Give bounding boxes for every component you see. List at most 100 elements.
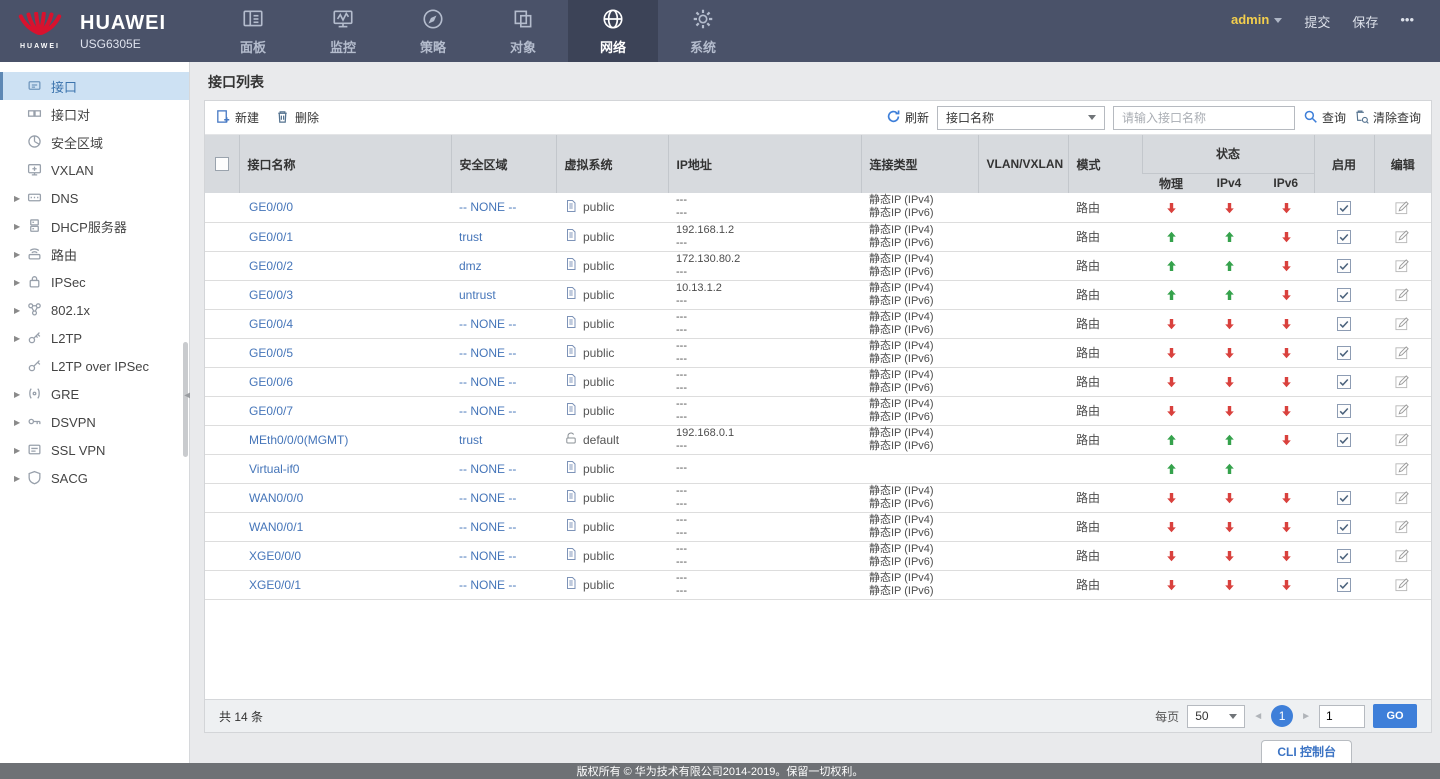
next-page-button[interactable]: ► [1301, 711, 1311, 722]
security-zone-link[interactable]: -- NONE -- [459, 491, 516, 505]
filter-field-select[interactable]: 接口名称 [936, 105, 1105, 130]
sidebar-item-interface[interactable]: 接口 [0, 72, 189, 100]
per-page-select[interactable]: 50 [1187, 704, 1246, 728]
edit-button[interactable] [1395, 403, 1410, 418]
submit-button[interactable]: 提交 [1304, 12, 1330, 31]
refresh-button[interactable]: 刷新 [886, 109, 929, 127]
cli-console-button[interactable]: CLI 控制台 [1261, 740, 1352, 763]
interface-name-link[interactable]: GE0/0/0 [249, 200, 293, 214]
nav-tab-monitor[interactable]: 监控 [298, 0, 388, 62]
interface-name-link[interactable]: GE0/0/7 [249, 404, 293, 418]
security-zone-link[interactable]: -- NONE -- [459, 317, 516, 331]
column-header-ipv6[interactable]: IPv6 [1258, 173, 1314, 193]
column-header-enable[interactable]: 启用 [1313, 135, 1374, 193]
column-header-zone[interactable]: 安全区域 [450, 135, 556, 193]
enable-checkbox[interactable] [1337, 403, 1351, 418]
enable-checkbox[interactable] [1337, 345, 1351, 360]
sidebar-item-ssl-vpn[interactable]: ▶ SSL VPN [0, 436, 189, 464]
column-header-ip[interactable]: IP地址 [667, 135, 861, 193]
expand-arrow-icon[interactable]: ▶ [14, 334, 27, 343]
more-menu-button[interactable]: ••• [1400, 12, 1414, 27]
nav-tab-network[interactable]: 网络 [568, 0, 658, 62]
nav-tab-dashboard[interactable]: 面板 [208, 0, 298, 62]
edit-button[interactable] [1395, 432, 1410, 447]
enable-checkbox[interactable] [1337, 577, 1351, 592]
expand-arrow-icon[interactable]: ▶ [14, 278, 27, 287]
sidebar-item-interface-pair[interactable]: 接口对 [0, 100, 189, 128]
edit-button[interactable] [1395, 200, 1410, 214]
security-zone-link[interactable]: -- NONE -- [459, 404, 516, 418]
enable-checkbox[interactable] [1337, 258, 1351, 273]
query-button[interactable]: 查询 [1303, 109, 1346, 127]
column-header-phys[interactable]: 物理 [1142, 173, 1200, 193]
edit-button[interactable] [1395, 287, 1410, 302]
column-header-conn[interactable]: 连接类型 [860, 135, 978, 193]
edit-button[interactable] [1395, 316, 1410, 331]
go-button[interactable]: GO [1373, 704, 1417, 728]
interface-name-link[interactable]: GE0/0/4 [249, 317, 293, 331]
security-zone-link[interactable]: -- NONE -- [459, 346, 516, 360]
sidebar-item-l2tp-over-ipsec[interactable]: L2TP over IPSec [0, 352, 189, 380]
expand-arrow-icon[interactable]: ▶ [14, 474, 27, 483]
interface-name-link[interactable]: GE0/0/6 [249, 375, 293, 389]
expand-arrow-icon[interactable]: ▶ [14, 418, 27, 427]
column-header-vlan[interactable]: VLAN/VXLAN [977, 135, 1068, 193]
expand-arrow-icon[interactable]: ▶ [14, 306, 27, 315]
sidebar-item-dot1x[interactable]: ▶ 802.1x [0, 296, 189, 324]
interface-name-link[interactable]: XGE0/0/0 [249, 549, 301, 563]
current-page-badge[interactable]: 1 [1271, 705, 1294, 727]
column-header-name[interactable]: 接口名称 [238, 135, 451, 193]
enable-checkbox[interactable] [1337, 374, 1351, 389]
clear-query-button[interactable]: 清除查询 [1354, 109, 1421, 127]
enable-checkbox[interactable] [1337, 490, 1351, 505]
edit-button[interactable] [1395, 229, 1410, 244]
column-header-ipv4[interactable]: IPv4 [1200, 173, 1258, 193]
edit-button[interactable] [1395, 345, 1410, 360]
goto-page-input[interactable] [1319, 704, 1365, 728]
sidebar-item-security-zone[interactable]: 安全区域 [0, 128, 189, 156]
edit-button[interactable] [1395, 519, 1410, 534]
expand-arrow-icon[interactable]: ▶ [14, 250, 27, 259]
edit-button[interactable] [1395, 258, 1410, 273]
interface-name-link[interactable]: XGE0/0/1 [249, 578, 301, 592]
search-input[interactable] [1112, 105, 1295, 130]
interface-name-link[interactable]: GE0/0/5 [249, 346, 293, 360]
interface-name-link[interactable]: WAN0/0/0 [249, 491, 303, 505]
security-zone-link[interactable]: trust [459, 433, 482, 447]
column-header-mode[interactable]: 模式 [1067, 135, 1142, 193]
sidebar-item-route[interactable]: ▶ 路由 [0, 240, 189, 268]
nav-tab-system[interactable]: 系统 [658, 0, 748, 62]
interface-name-link[interactable]: GE0/0/2 [249, 259, 293, 273]
security-zone-link[interactable]: trust [459, 230, 482, 244]
new-button[interactable]: 新建 [215, 109, 259, 127]
sidebar-item-dns[interactable]: ▶ DNS [0, 184, 189, 212]
interface-name-link[interactable]: GE0/0/3 [249, 288, 293, 302]
sidebar-item-vxlan[interactable]: VXLAN [0, 156, 189, 184]
expand-arrow-icon[interactable]: ▶ [14, 390, 27, 399]
expand-arrow-icon[interactable]: ▶ [14, 446, 27, 455]
security-zone-link[interactable]: -- NONE -- [459, 200, 516, 214]
save-button[interactable]: 保存 [1352, 12, 1378, 31]
edit-button[interactable] [1395, 374, 1410, 389]
security-zone-link[interactable]: -- NONE -- [459, 375, 516, 389]
delete-button[interactable]: 删除 [275, 109, 319, 127]
enable-checkbox[interactable] [1337, 548, 1351, 563]
enable-checkbox[interactable] [1337, 316, 1351, 331]
edit-button[interactable] [1395, 548, 1410, 563]
enable-checkbox[interactable] [1337, 200, 1351, 215]
edit-button[interactable] [1395, 461, 1410, 476]
sidebar-item-gre[interactable]: ▶ GRE [0, 380, 189, 408]
expand-arrow-icon[interactable]: ▶ [14, 222, 27, 231]
security-zone-link[interactable]: -- NONE -- [459, 578, 516, 592]
enable-checkbox[interactable] [1337, 432, 1351, 447]
sidebar-item-l2tp[interactable]: ▶ L2TP [0, 324, 189, 352]
edit-button[interactable] [1395, 490, 1410, 505]
sidebar-item-dsvpn[interactable]: ▶ DSVPN [0, 408, 189, 436]
select-all-checkbox[interactable] [214, 157, 229, 172]
security-zone-link[interactable]: dmz [459, 259, 482, 273]
nav-tab-object[interactable]: 对象 [478, 0, 568, 62]
edit-button[interactable] [1395, 577, 1410, 592]
security-zone-link[interactable]: -- NONE -- [459, 462, 516, 476]
interface-name-link[interactable]: MEth0/0/0(MGMT) [249, 433, 348, 447]
sidebar-item-ipsec[interactable]: ▶ IPSec [0, 268, 189, 296]
